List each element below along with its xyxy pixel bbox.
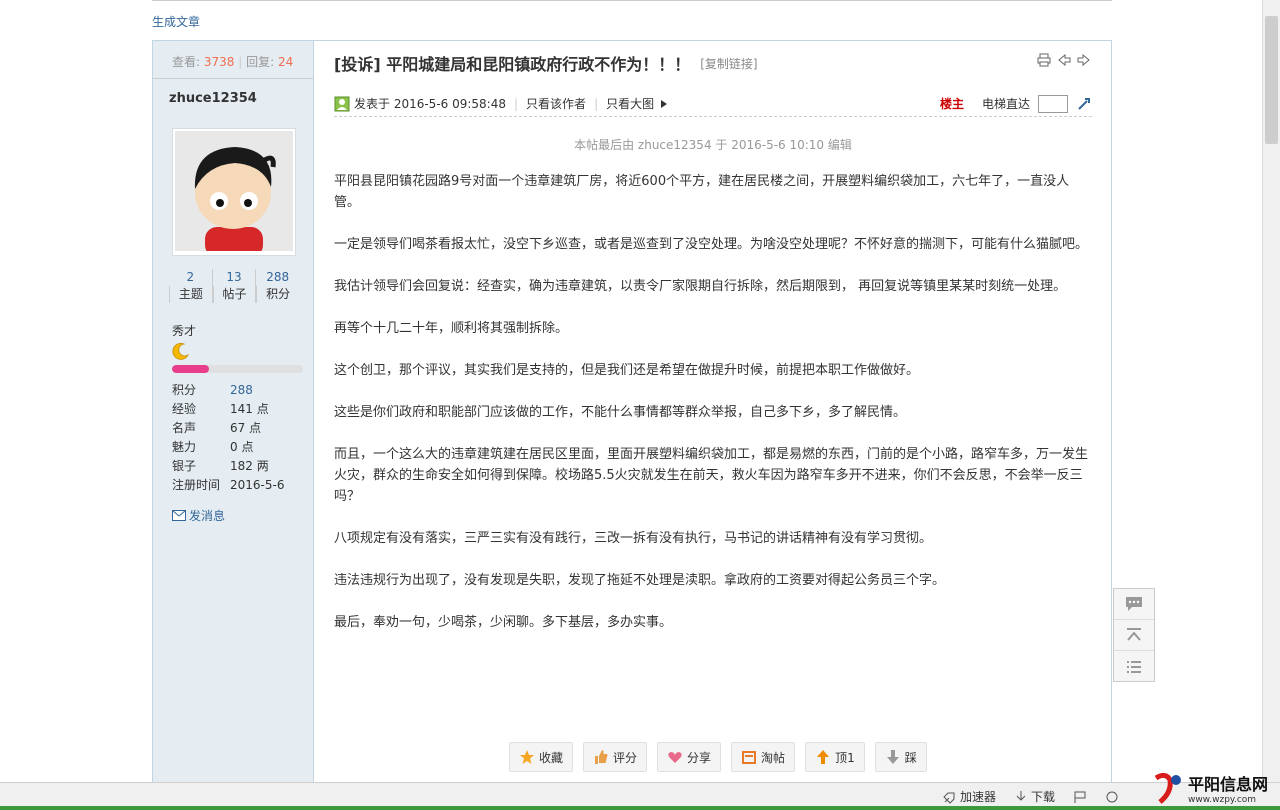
- copy-link-button[interactable]: [复制链接]: [700, 55, 757, 72]
- next-thread-icon[interactable]: [1077, 53, 1091, 67]
- post-paragraph: 这些是你们政府和职能部门应该做的工作，不能什么事情都等群众举报，自己多下乡，多了…: [334, 405, 907, 420]
- avatar[interactable]: [172, 128, 296, 256]
- author-name[interactable]: zhuce12354: [169, 91, 257, 106]
- box-icon: [742, 751, 757, 764]
- posts-count[interactable]: 13 帖子: [211, 269, 256, 303]
- bottom-accent-line: [0, 806, 1280, 810]
- send-message-link[interactable]: 发消息: [172, 507, 225, 524]
- post-meta: 发表于 2016-5-6 09:58:48 | 只看该作者 | 只看大图 楼主 …: [334, 91, 1092, 117]
- logo-mark-icon: [1154, 772, 1181, 804]
- upvote-button[interactable]: 顶1: [805, 742, 865, 772]
- list-icon: [1127, 660, 1141, 673]
- post-paragraph: 违法违规行为出现了，没有发现是失职，发现了拖延不处理是渎职。拿政府的工资要对得起…: [334, 573, 946, 588]
- post-paragraph: 而且，一个这么大的违章建筑建在居民区里面，里面开展塑料编织袋加工，都是易燃的东西…: [334, 447, 1089, 504]
- generate-article-link[interactable]: 生成文章: [152, 13, 200, 30]
- stats-separator: |: [238, 55, 243, 69]
- print-icon[interactable]: [1037, 53, 1051, 67]
- title-tools: [1037, 53, 1091, 67]
- back-to-top-button[interactable]: [1114, 620, 1154, 651]
- heart-icon: [668, 752, 682, 763]
- post-main: [投诉] 平阳城建局和昆阳镇政府行政不作为！！！ [复制链接] 发表于 2016…: [315, 41, 1111, 791]
- post-time: 发表于 2016-5-6 09:58:48: [354, 97, 506, 111]
- floor-jump-input[interactable]: [1038, 94, 1068, 113]
- views-label: 查看:: [172, 55, 201, 69]
- envelope-icon: [172, 510, 186, 521]
- accelerator-button[interactable]: 加速器: [943, 788, 996, 805]
- quick-reply-button[interactable]: [1114, 589, 1154, 620]
- share-button[interactable]: 分享: [657, 742, 722, 772]
- post-paragraph: 八项规定有没有落实，三严三实有没有践行，三改一拆有没有执行，马书记的讲话精神有没…: [334, 531, 933, 546]
- post-paragraph: 最后，奉劝一句，少喝茶，少闲聊。多下基层，多办实事。: [334, 615, 673, 630]
- post-paragraph: 这个创卫，那个评议，其实我们是支持的，但是我们还是希望在做提升时候，前提把本职工…: [334, 363, 920, 378]
- topics-count[interactable]: 2 主题: [169, 269, 212, 303]
- back-to-list-button[interactable]: [1114, 651, 1154, 682]
- views-count: 3738: [203, 55, 235, 69]
- user-info: 积分 288 经验 141 点 名声 67 点 魅力 0 点 银子 182 两 注册时间 2…: [172, 383, 285, 492]
- to-top-icon: [1127, 628, 1141, 641]
- floating-toolbar: [1113, 588, 1155, 682]
- avatar-image: [175, 131, 293, 251]
- caret-right-icon[interactable]: [660, 99, 668, 109]
- replies-label: 回复:: [246, 55, 275, 69]
- post-paragraph: 一定是领导们喝茶看报太忙，没空下乡巡查，或者是巡查到了没空处理。为啥没空处理呢？…: [334, 237, 1089, 252]
- rocket-icon: [943, 792, 955, 804]
- only-big-image-link[interactable]: 只看大图: [606, 95, 654, 112]
- edit-note: 本帖最后由 zhuce12354 于 2016-5-6 10:10 编辑: [574, 138, 852, 152]
- post-actions: 收藏 评分 分享 淘帖 顶1 踩: [509, 742, 927, 772]
- replies-count: 24: [278, 55, 294, 69]
- moon-icon: [172, 343, 190, 360]
- rank-progress-fill: [172, 365, 209, 373]
- only-author-link[interactable]: 只看该作者: [526, 95, 586, 112]
- post-paragraph: 再等个十几二十年，顺利将其强制拆除。: [334, 321, 569, 336]
- download-icon: [1016, 790, 1026, 801]
- page-title: [投诉] 平阳城建局和昆阳镇政府行政不作为！！！: [334, 55, 691, 74]
- post-stats: 查看: 3738 | 回复: 24: [153, 41, 313, 79]
- points-count[interactable]: 288 积分: [255, 269, 299, 303]
- flag-icon[interactable]: [1073, 790, 1087, 804]
- user-counts: 2 主题 13 帖子 288 积分: [169, 269, 299, 303]
- ie-icon[interactable]: [1105, 790, 1119, 804]
- user-rank: 秀才: [172, 324, 197, 338]
- comment-icon: [1126, 597, 1142, 611]
- top-divider: [152, 0, 1112, 1]
- jump-go-icon[interactable]: [1076, 96, 1092, 112]
- post-body: 平阳县昆阳镇花园路9号对面一个违章建筑厂房，将近600个平方，建在居民楼之间，开…: [334, 171, 1092, 654]
- prev-thread-icon[interactable]: [1057, 53, 1071, 67]
- download-button[interactable]: 下载: [1014, 788, 1055, 805]
- owner-badge: 楼主: [939, 97, 964, 111]
- rate-button[interactable]: 评分: [583, 742, 648, 772]
- collect-thread-button[interactable]: 淘帖: [731, 742, 796, 772]
- scrollbar-thumb[interactable]: [1265, 16, 1278, 144]
- downvote-button[interactable]: 踩: [874, 742, 927, 772]
- arrow-up-icon: [817, 750, 830, 764]
- site-logo: 平阳信息网 www.wzpy.com: [1152, 770, 1278, 806]
- favorite-button[interactable]: 收藏: [509, 742, 574, 772]
- author-sidebar: 查看: 3738 | 回复: 24 zhuce12354 2 主题 13 帖子 28…: [153, 41, 314, 791]
- star-icon: [520, 750, 534, 764]
- post-container: 查看: 3738 | 回复: 24 zhuce12354 2 主题 13 帖子 28…: [152, 40, 1112, 791]
- rank-progress-bar: [172, 365, 303, 373]
- meta-separator: |: [594, 96, 599, 111]
- online-user-icon: [334, 96, 350, 111]
- meta-separator: |: [514, 96, 519, 111]
- arrow-down-icon: [886, 750, 899, 764]
- lift-label: 电梯直达: [981, 97, 1030, 111]
- post-paragraph: 平阳县昆阳镇花园路9号对面一个违章建筑厂房，将近600个平方，建在居民楼之间，开…: [334, 174, 1070, 210]
- post-paragraph: 我估计领导们会回复说：经查实，确为违章建筑，以责令厂家限期自行拆除，然后期限到，…: [334, 279, 1067, 294]
- thumb-icon: [595, 750, 608, 764]
